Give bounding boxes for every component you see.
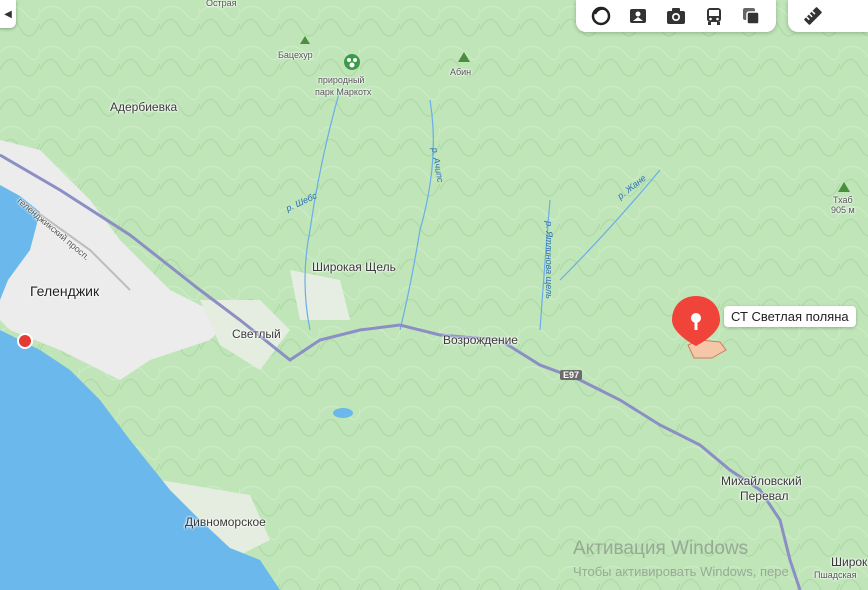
place-gelendzhik: Геленджик — [30, 283, 100, 299]
river-yapliknova-label: р. Ятлинова щель — [543, 221, 554, 299]
map-layers-icon[interactable] — [738, 3, 764, 29]
windows-activation-title: Активация Windows — [573, 538, 749, 559]
measure-toolbar — [788, 0, 868, 32]
place-pshadskaya-partial: Пшадская — [814, 570, 857, 580]
transport-icon[interactable] — [701, 3, 727, 29]
map-canvas[interactable] — [0, 0, 868, 590]
photo-icon[interactable] — [663, 3, 689, 29]
place-shirok-partial: Широк — [831, 555, 868, 569]
marker-label[interactable]: СТ Светлая поляна — [724, 306, 856, 327]
park-label-line1: природный — [318, 75, 365, 85]
place-mikhaylovsky-line1: Михайловский — [721, 474, 802, 488]
chevron-left-icon: ◀ — [4, 8, 12, 20]
place-mikhaylovsky-line2: Перевал — [740, 489, 789, 503]
lake — [333, 408, 353, 418]
place-batsekhur: Бацехур — [278, 50, 313, 60]
place-vozrozhdenie: Возрождение — [443, 333, 518, 347]
place-abin: Абин — [450, 67, 472, 77]
park-icon — [344, 54, 360, 70]
place-shirokaya-shchel: Широкая Щель — [312, 260, 396, 274]
collapse-panel-button[interactable]: ◀ — [0, 0, 16, 28]
park-label-line2: парк Маркотх — [315, 87, 372, 97]
panorama-icon[interactable] — [625, 3, 651, 29]
layers-icon[interactable] — [588, 3, 614, 29]
road-badge-e97: E97 — [560, 370, 583, 380]
ruler-icon[interactable] — [800, 3, 826, 29]
location-dot[interactable] — [17, 333, 33, 349]
place-divnomorskoe: Дивноморское — [185, 515, 266, 529]
windows-activation-subtitle: Чтобы активировать Windows, пере — [573, 564, 789, 579]
place-svetly: Светлый — [232, 327, 281, 341]
peak-tkhab-height: 905 м — [831, 205, 855, 215]
place-ostraya: Острая — [206, 0, 237, 8]
map-toolbar — [576, 0, 776, 32]
peak-tkhab: Тхаб — [833, 195, 853, 205]
place-adderbievka: Адербиевка — [110, 100, 178, 114]
